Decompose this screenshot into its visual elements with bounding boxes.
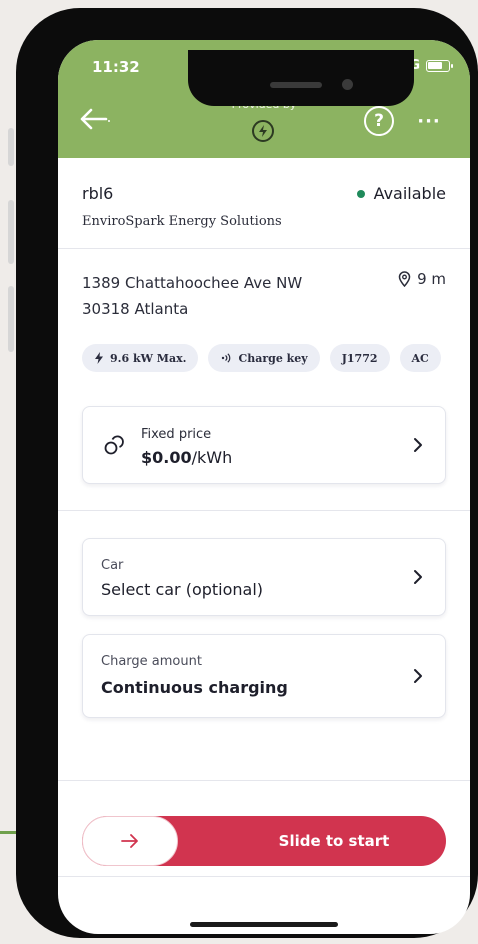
- speaker-grille: [270, 82, 322, 88]
- lightning-icon: [259, 125, 267, 137]
- location-pin-icon: [398, 271, 411, 287]
- app-screen: 11:32 5G Provided by: [58, 40, 470, 934]
- nfc-icon: [222, 353, 231, 363]
- home-indicator[interactable]: [190, 922, 338, 927]
- more-options-button[interactable]: ···: [414, 106, 444, 136]
- station-address: 1389 Chattahoochee Ave NW 30318 Atlanta: [82, 270, 302, 322]
- status-time: 11:32: [92, 58, 140, 76]
- price-value: $0.00/kWh: [141, 448, 232, 467]
- address-line-2: 30318 Atlanta: [82, 300, 189, 318]
- lightning-icon: [95, 352, 103, 364]
- price-card[interactable]: Fixed price $0.00/kWh: [82, 406, 446, 484]
- front-camera: [342, 79, 353, 90]
- distance: 9 m: [398, 270, 446, 288]
- battery-icon: [426, 59, 453, 72]
- divider: [58, 248, 470, 249]
- question-icon: ?: [374, 111, 384, 131]
- chevron-right-icon: [414, 570, 422, 584]
- slider-handle[interactable]: [82, 816, 178, 866]
- price-label: Fixed price: [141, 427, 212, 442]
- divider: [58, 510, 470, 511]
- station-name: rbl6: [82, 184, 114, 203]
- coins-icon: [104, 435, 124, 455]
- charge-amount-label: Charge amount: [101, 654, 202, 669]
- car-label: Car: [101, 558, 124, 573]
- mute-switch: [8, 128, 14, 166]
- status-text: Available: [373, 184, 446, 203]
- slide-to-start[interactable]: Slide to start: [82, 816, 446, 866]
- address-line-1: 1389 Chattahoochee Ave NW: [82, 274, 303, 292]
- distance-value: 9 m: [417, 270, 446, 288]
- divider: [58, 780, 470, 781]
- chevron-right-icon: [414, 438, 422, 452]
- tag-current-ac: AC: [399, 344, 441, 372]
- charge-amount-value: Continuous charging: [101, 678, 288, 697]
- car-value: Select car (optional): [101, 580, 264, 599]
- charge-amount-card[interactable]: Charge amount Continuous charging: [82, 634, 446, 718]
- select-car-card[interactable]: Car Select car (optional): [82, 538, 446, 616]
- more-dots-icon: ···: [417, 110, 441, 132]
- volume-down-button: [8, 286, 14, 352]
- tag-power: 9.6 kW Max.: [82, 344, 199, 372]
- device-notch: [188, 50, 414, 106]
- arrow-left-icon: [80, 108, 110, 130]
- chevron-right-icon: [414, 669, 422, 683]
- status-badge: Available: [356, 184, 446, 203]
- slide-to-start-label: Slide to start: [278, 832, 390, 850]
- connector-tags: 9.6 kW Max. Charge key J1772 AC: [82, 344, 441, 372]
- back-button[interactable]: [80, 104, 116, 134]
- help-button[interactable]: ?: [364, 106, 394, 136]
- status-dot-icon: [356, 189, 365, 198]
- operator-name: EnviroSpark Energy Solutions: [82, 214, 282, 229]
- provider-logo: [252, 120, 274, 142]
- phone-frame: 11:32 5G Provided by: [16, 8, 478, 938]
- divider: [58, 876, 470, 877]
- arrow-right-icon: [121, 834, 138, 848]
- price-unit: /kWh: [191, 448, 233, 467]
- tag-charge-key: Charge key: [208, 344, 320, 372]
- volume-up-button: [8, 200, 14, 264]
- price-amount: $0.00: [141, 448, 192, 467]
- tag-connector-j1772: J1772: [329, 344, 390, 372]
